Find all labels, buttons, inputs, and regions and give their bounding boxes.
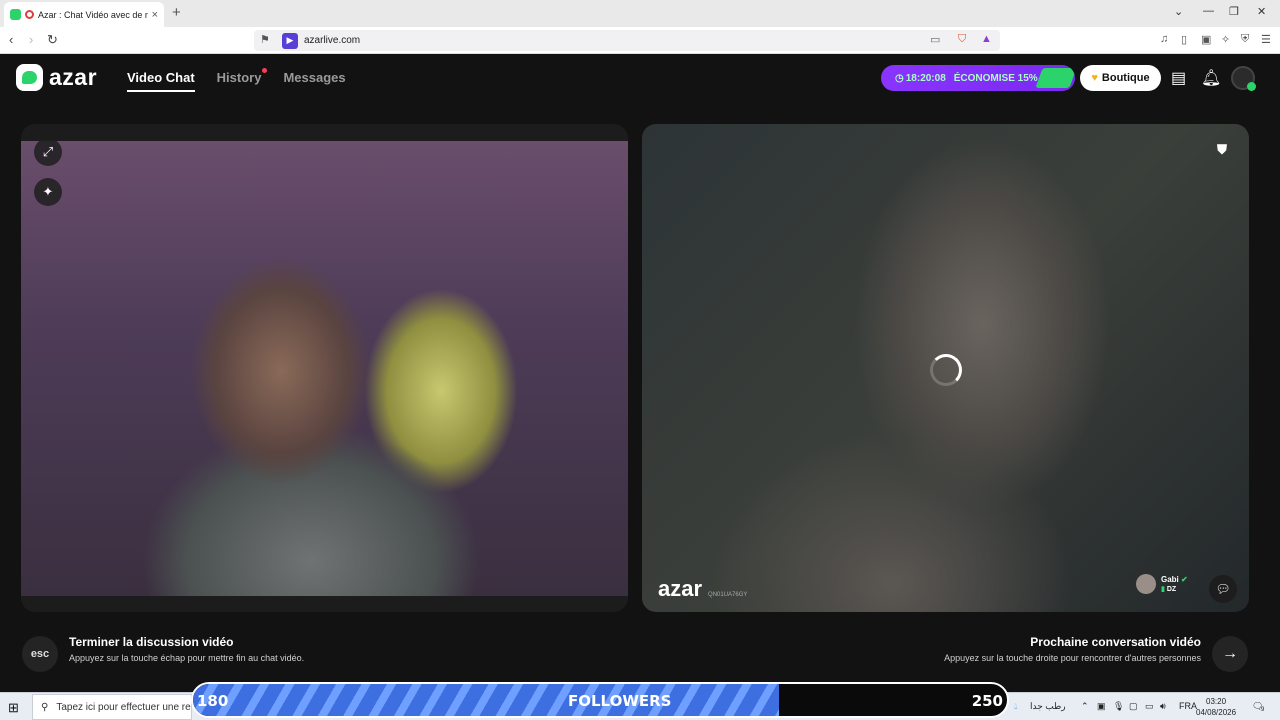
browser-toolbar: ‹ › ↻ ⚑ ▶ azarlive.com ▭ ⛉ ▲ ♫ ▯ ▣ ✧ ⛨ ☰ <box>0 27 1280 54</box>
azar-app: azar Video Chat History Messages ◷ 18:20… <box>0 54 1280 690</box>
microphone-icon[interactable]: 🎙︎ <box>1113 701 1124 712</box>
flag-icon: ▮ <box>1161 586 1165 593</box>
volume-icon[interactable]: 🔊︎ <box>1160 701 1166 712</box>
tab-title: Azar : Chat Vidéo avec de no <box>38 9 148 20</box>
followers-goal-bar: 180 FOLLOWERS 250 <box>191 682 1009 718</box>
next-chat-arrow-button[interactable]: → <box>1212 636 1248 672</box>
site-camera-icon: ▶ <box>282 32 298 49</box>
notification-dot <box>262 68 268 73</box>
nav-history-label: History <box>216 70 262 85</box>
azar-watermark: azar QN01UA76GY <box>658 576 747 602</box>
boutique-button[interactable]: ♥ Boutique <box>1080 65 1161 91</box>
url-text[interactable]: azarlive.com <box>304 35 360 46</box>
boutique-label: Boutique <box>1101 72 1150 84</box>
tab-list-chevron-icon[interactable]: ⌄ <box>1174 5 1183 18</box>
promo-timer: 18:20:08 <box>905 72 946 84</box>
loading-spinner-icon <box>930 354 962 386</box>
back-icon[interactable]: ‹ <box>9 32 13 47</box>
gem-icon: ♥ <box>1091 72 1098 84</box>
language-indicator[interactable]: FRA <box>1179 701 1197 711</box>
end-chat-hint: Terminer la discussion vidéo Appuyez sur… <box>69 635 304 663</box>
next-chat-subtitle: Appuyez sur la touche droite pour rencon… <box>944 653 1201 663</box>
verified-icon: ✔ <box>1181 575 1188 584</box>
nav-history[interactable]: History <box>216 68 268 92</box>
peer-name: Gabi <box>1161 575 1179 584</box>
watermark-code: QN01UA76GY <box>708 592 748 598</box>
next-chat-hint: Prochaine conversation vidéo Appuyez sur… <box>944 635 1201 663</box>
leo-ai-icon[interactable]: ✧ <box>1221 33 1230 46</box>
peer-info[interactable]: Gabi ✔ ▮ DZ <box>1136 574 1188 594</box>
remote-video-panel: ⛊ azar QN01UA76GY Gabi ✔ ▮ DZ 💬︎ <box>642 124 1249 612</box>
followers-start: 180 <box>197 692 229 710</box>
local-camera-feed <box>21 141 628 596</box>
weather-drop-icon: 💧︎ <box>1014 701 1018 711</box>
new-tab-button[interactable]: + <box>172 4 181 21</box>
report-shield-icon[interactable]: ⛊ <box>1208 136 1236 164</box>
promo-banner[interactable]: ◷ 18:20:08 ÉCONOMISE 15% <box>881 65 1075 91</box>
address-bar[interactable]: ⚑ ▶ azarlive.com ▭ ⛉ ▲ <box>254 30 1000 51</box>
reload-icon[interactable]: ↻ <box>47 32 58 48</box>
browser-tab[interactable]: Azar : Chat Vidéo avec de no × <box>4 2 164 27</box>
promo-text: ÉCONOMISE 15% <box>953 72 1038 84</box>
close-tab-icon[interactable]: × <box>152 9 158 21</box>
clock-time: 03:20 <box>1206 697 1227 706</box>
sidebar-icon[interactable]: ▯ <box>1181 33 1187 46</box>
tray-chevron-icon[interactable]: ⌃ <box>1081 701 1089 712</box>
peer-avatar <box>1136 574 1156 594</box>
windows-start-icon[interactable]: ⊞ <box>8 700 19 716</box>
forward-icon[interactable]: › <box>29 32 33 47</box>
nav-messages[interactable]: Messages <box>283 70 345 92</box>
followers-progress-fill <box>193 684 780 716</box>
minimize-icon[interactable]: — <box>1203 5 1214 17</box>
taskbar-search-placeholder: Tapez ici pour effectuer une re <box>56 701 191 713</box>
nav-video-chat[interactable]: Video Chat <box>127 70 195 92</box>
media-icon[interactable]: ♫ <box>1160 33 1168 45</box>
azar-favicon-icon <box>10 9 21 20</box>
restore-icon[interactable]: ❐ <box>1229 5 1239 18</box>
end-chat-subtitle: Appuyez sur la touche échap pour mettre … <box>69 653 305 663</box>
esc-key-button[interactable]: esc <box>22 636 58 672</box>
taskbar-search-box[interactable]: ⚲ Tapez ici pour effectuer une re <box>32 694 192 720</box>
notifications-count: 9 <box>1261 707 1265 713</box>
expand-icon[interactable]: ⤢ <box>34 138 62 166</box>
end-chat-title: Terminer la discussion vidéo <box>69 635 234 649</box>
brave-shield-icon[interactable]: ⛉ <box>958 33 966 46</box>
rewards-icon[interactable]: ▲ <box>981 33 992 45</box>
main-nav: Video Chat History Messages <box>127 68 346 92</box>
camera-tray-icon[interactable]: ▢ <box>1129 701 1138 712</box>
peer-country: DZ <box>1166 586 1177 593</box>
clock-date: 04/08/2026 <box>1196 708 1237 717</box>
watermark-brand: azar <box>658 576 703 601</box>
timer-icon: ◷ <box>895 72 904 84</box>
recording-icon <box>25 10 34 19</box>
azar-logo-icon <box>16 64 43 91</box>
magic-filter-icon[interactable]: ✦ <box>34 178 62 206</box>
bell-icon[interactable]: 🔔︎ <box>1201 68 1221 88</box>
tray-app-icon[interactable]: ▣ <box>1097 701 1106 712</box>
followers-goal: 250 <box>971 692 1003 710</box>
online-badge <box>1247 82 1256 91</box>
chat-bubble-icon[interactable]: 💬︎ <box>1209 575 1237 603</box>
weather-text[interactable]: رطب جدا <box>1030 701 1066 712</box>
wallet-icon[interactable]: ▣ <box>1201 33 1211 46</box>
vpn-icon[interactable]: ⛨ <box>1241 33 1249 46</box>
taskbar-clock[interactable]: 03:20 04/08/2026 <box>1196 696 1236 718</box>
logo-text: azar <box>49 64 98 90</box>
menu-icon[interactable]: ☰ <box>1261 33 1271 46</box>
browser-tabbar: Azar : Chat Vidéo avec de no × + ⌄ — ❐ ✕ <box>0 0 1280 27</box>
azar-logo[interactable]: azar <box>16 64 97 91</box>
followers-label: FOLLOWERS <box>568 692 672 710</box>
gem-pack-icon <box>1035 68 1075 88</box>
profile-avatar[interactable] <box>1231 66 1256 91</box>
search-icon: ⚲ <box>41 701 49 713</box>
close-window-icon[interactable]: ✕ <box>1257 5 1266 18</box>
bookmark-icon[interactable]: ⚑ <box>260 33 270 46</box>
inbox-icon[interactable]: ▤ <box>1171 68 1186 88</box>
cast-icon[interactable]: ▭ <box>930 33 940 46</box>
network-icon[interactable]: ▭ <box>1145 701 1154 712</box>
local-video-panel: ⤢ ✦ <box>21 124 628 612</box>
next-chat-title: Prochaine conversation vidéo <box>1030 635 1201 649</box>
